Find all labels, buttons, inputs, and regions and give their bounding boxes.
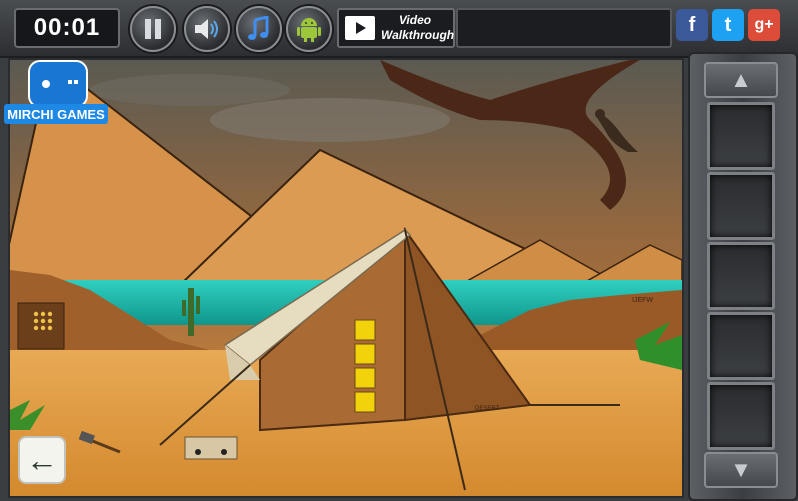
facebook-button[interactable]: f	[676, 9, 708, 41]
timer-display: 00:01	[14, 8, 120, 48]
android-button[interactable]	[286, 6, 332, 52]
inventory-slot-5[interactable]	[707, 382, 775, 450]
inventory-scroll-down-button[interactable]: ▼	[704, 452, 778, 488]
left-dot-grid	[32, 310, 58, 336]
back-button[interactable]: ←	[18, 436, 66, 484]
inventory-panel: ▲ ▼	[688, 52, 798, 501]
pause-icon	[145, 19, 161, 39]
speaker-icon	[195, 19, 218, 39]
video-walkthrough-button[interactable]: Video Walkthrough	[337, 8, 455, 48]
walkthrough-label-line2: Walkthrough	[381, 28, 455, 42]
logo-text: MIRCHI GAMES	[4, 104, 108, 124]
inventory-scroll-up-button[interactable]: ▲	[704, 62, 778, 98]
android-icon	[297, 18, 321, 42]
inventory-slot-2[interactable]	[707, 172, 775, 240]
gamepad-icon	[28, 60, 88, 108]
mirchi-games-logo[interactable]: MIRCHI GAMES	[4, 60, 108, 126]
inventory-slot-3[interactable]	[707, 242, 775, 310]
googleplus-button[interactable]: g+	[748, 9, 780, 41]
video-play-icon	[345, 16, 375, 40]
music-button[interactable]	[236, 6, 282, 52]
walkthrough-label-line1: Video	[398, 13, 432, 27]
game-scene: DESERT IJEFW	[8, 58, 684, 498]
inventory-slot-1[interactable]	[707, 102, 775, 170]
desert-scene-art: DESERT IJEFW	[10, 60, 682, 496]
chevron-up-icon: ▲	[730, 67, 752, 92]
sound-button[interactable]	[184, 6, 230, 52]
wooden-box[interactable]	[184, 436, 238, 460]
tent-sign-text: DESERT	[475, 406, 500, 412]
arrow-left-icon: ←	[26, 441, 58, 478]
music-note-icon	[248, 16, 269, 40]
chevron-down-icon: ▼	[730, 457, 752, 482]
inventory-slot-4[interactable]	[707, 312, 775, 380]
pause-button[interactable]	[130, 6, 176, 52]
right-wall-code: IJEFW	[632, 297, 653, 304]
twitter-button[interactable]: t	[712, 9, 744, 41]
message-box	[456, 8, 672, 48]
top-toolbar: 00:01 Video Walkthrough f t g+	[0, 0, 798, 58]
